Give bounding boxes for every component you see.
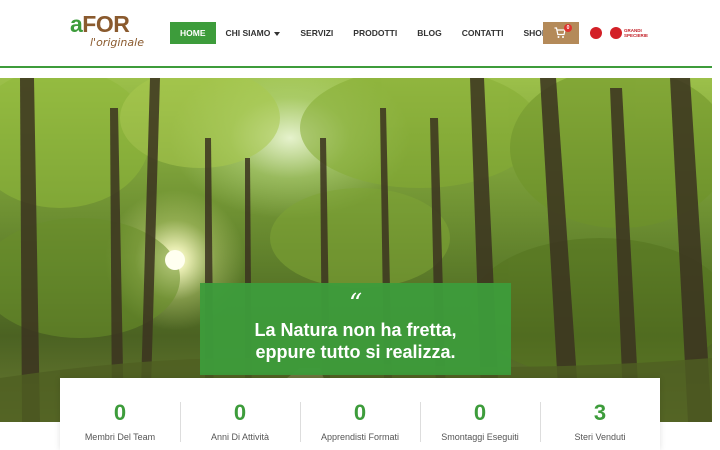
- logo[interactable]: aFOR l'originale: [70, 11, 144, 52]
- nav-prodotti[interactable]: PRODOTTI: [343, 22, 407, 44]
- quote-mark-icon: “: [348, 289, 363, 319]
- stat-label: Steri Venduti: [574, 432, 626, 442]
- cart-button[interactable]: 0: [543, 22, 579, 44]
- stat-label: Smontaggi Eseguiti: [441, 432, 519, 442]
- nav-home[interactable]: HOME: [170, 22, 216, 44]
- logo-a: a: [70, 11, 83, 37]
- stat-label: Apprendisti Formati: [320, 432, 400, 442]
- main-nav: HOME CHI SIAMO SERVIZI PRODOTTI BLOG CON…: [170, 22, 558, 44]
- partner-logo-2-icon[interactable]: [610, 27, 622, 39]
- stats-panel: 0 Membri Del Team 0 Anni Di Attività 0 A…: [60, 378, 660, 450]
- stat-label: Membri Del Team: [84, 432, 156, 442]
- stat-value: 0: [473, 400, 487, 425]
- quote-line-1: La Natura non ha fretta,: [254, 320, 457, 340]
- site-header: aFOR l'originale HOME CHI SIAMO SERVIZI …: [0, 0, 720, 66]
- quote-box: “ La Natura non ha fretta, eppure tutto …: [200, 283, 511, 375]
- stat-dismantling: 0 Smontaggi Eseguiti: [420, 378, 540, 450]
- hero-banner: “ La Natura non ha fretta, eppure tutto …: [0, 78, 712, 422]
- partner-logo-icon[interactable]: [590, 27, 602, 39]
- stat-value: 3: [593, 400, 607, 425]
- chevron-down-icon: [274, 31, 281, 36]
- cart-count-badge: 0: [564, 24, 572, 32]
- stat-value: 0: [353, 400, 367, 425]
- stat-apprentices: 0 Apprendisti Formati: [300, 378, 420, 450]
- partner-logo-text: GRANDI SPECIERIE: [624, 28, 649, 38]
- stat-team: 0 Membri Del Team: [60, 378, 180, 450]
- nav-contatti[interactable]: CONTATTI: [452, 22, 514, 44]
- stat-years: 0 Anni Di Attività: [180, 378, 300, 450]
- stat-steri: 3 Steri Venduti: [540, 378, 660, 450]
- nav-chi-siamo[interactable]: CHI SIAMO: [216, 22, 291, 44]
- header-divider: [0, 66, 712, 68]
- quote-line-2: eppure tutto si realizza.: [255, 342, 456, 362]
- nav-blog[interactable]: BLOG: [407, 22, 452, 44]
- logo-for: FOR: [82, 11, 130, 37]
- stat-label: Anni Di Attività: [210, 432, 270, 442]
- logo-tagline: l'originale: [90, 36, 144, 49]
- nav-servizi[interactable]: SERVIZI: [290, 22, 343, 44]
- stat-value: 0: [113, 400, 127, 425]
- stat-value: 0: [233, 400, 247, 425]
